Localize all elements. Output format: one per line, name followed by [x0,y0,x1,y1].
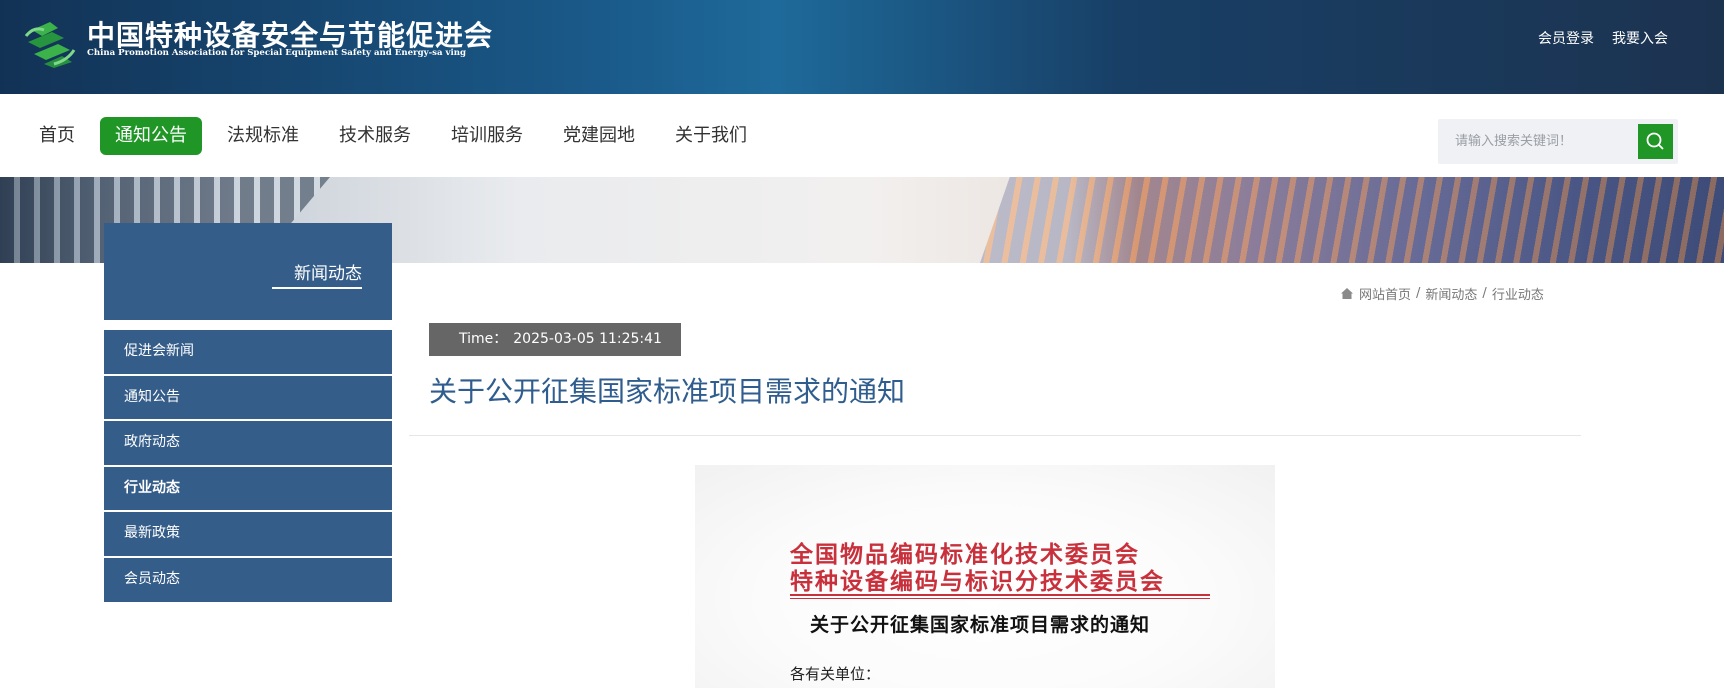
sidebar-item-latest-policy[interactable]: 最新政策 [104,512,392,556]
sidebar-item-association-news[interactable]: 促进会新闻 [104,330,392,374]
sidebar-title-underline [272,287,362,289]
article-title: 关于公开征集国家标准项目需求的通知 [429,375,906,408]
search-box [1438,119,1678,164]
time-label: Time： [459,331,508,347]
sidebar-header: 新闻动态 [104,223,392,320]
sidebar-item-member-news[interactable]: 会员动态 [104,557,392,602]
nav-item-tech-services[interactable]: 技术服务 [324,117,426,155]
sidebar-item-notices[interactable]: 通知公告 [104,375,392,420]
breadcrumb-current[interactable]: 行业动态 [1492,284,1544,303]
home-icon [1341,288,1353,299]
document-red-rule-thin [790,598,1210,599]
member-login-link[interactable]: 会员登录 [1538,28,1594,48]
search-button[interactable] [1638,124,1673,159]
nav-item-regulations[interactable]: 法规标准 [212,117,314,155]
sidebar-item-government-news[interactable]: 政府动态 [104,421,392,465]
breadcrumb-news[interactable]: 新闻动态 [1425,284,1477,303]
logo-icon[interactable] [24,16,78,70]
document-issuer-line2: 特种设备编码与标识分技术委员会 [790,568,1165,595]
site-subtitle: China Promotion Association for Special … [87,48,467,58]
site-header: 中国特种设备安全与节能促进会 China Promotion Associati… [0,0,1724,94]
nav-item-about[interactable]: 关于我们 [660,117,762,155]
document-salutation: 各有关单位： [790,665,881,683]
banner-building-right [980,177,1724,263]
publish-time-badge: Time： 2025-03-05 11:25:41 [429,323,681,356]
search-icon [1646,132,1664,150]
document-image: 全国物品编码标准化技术委员会 特种设备编码与标识分技术委员会 关于公开征集国家标… [695,465,1275,688]
document-title: 关于公开征集国家标准项目需求的通知 [810,614,1151,636]
main-nav: 首页 通知公告 法规标准 技术服务 培训服务 党建园地 关于我们 [0,94,1724,177]
breadcrumb-separator: / [1482,286,1487,301]
breadcrumb: 网站首页 / 新闻动态 / 行业动态 [1340,284,1544,303]
breadcrumb-separator: / [1416,286,1421,301]
time-value: 2025-03-05 11:25:41 [513,331,662,347]
sidebar-item-industry-news[interactable]: 行业动态 [104,466,392,511]
title-divider [409,435,1581,436]
sidebar-menu: 促进会新闻 通知公告 政府动态 行业动态 最新政策 会员动态 [104,330,392,604]
nav-item-party-building[interactable]: 党建园地 [548,117,650,155]
nav-item-notices[interactable]: 通知公告 [100,117,202,155]
nav-list: 首页 通知公告 法规标准 技术服务 培训服务 党建园地 关于我们 [24,117,772,155]
nav-item-home[interactable]: 首页 [24,117,90,155]
document-red-rule [790,594,1210,596]
join-link[interactable]: 我要入会 [1612,28,1668,48]
breadcrumb-home[interactable]: 网站首页 [1359,284,1411,303]
sidebar-title: 新闻动态 [294,264,362,284]
nav-item-training[interactable]: 培训服务 [436,117,538,155]
top-links: 会员登录 我要入会 [1538,28,1668,48]
search-input[interactable] [1438,119,1633,164]
